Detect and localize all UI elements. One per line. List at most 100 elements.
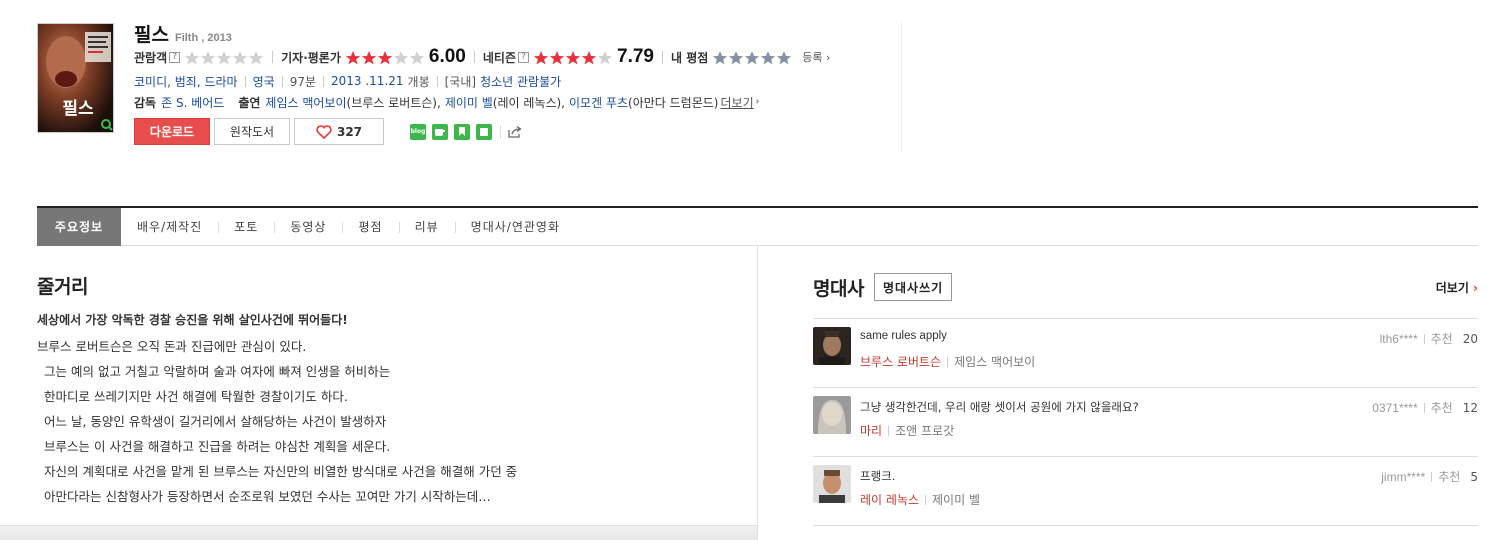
cast-role: (브루스 로버트슨), (346, 95, 441, 110)
movie-poster[interactable]: 필스 (37, 23, 114, 133)
quote-item: same rules apply 브루스 로버트슨 제임스 맥어보이 lth6**… (813, 319, 1478, 388)
chevron-right-icon: › (755, 97, 760, 107)
recommend-count: 12 (1462, 400, 1478, 415)
tab-review[interactable]: 리뷰 (398, 208, 455, 246)
netizen-stars (533, 50, 613, 65)
cafe-share-icon[interactable] (432, 123, 448, 140)
quote-item: 그냥 생각한건데, 우리 애랑 셋이서 공원에 가지 않을래요? 마리 조앤 프로… (813, 388, 1478, 457)
audience-stars (184, 50, 264, 65)
quotes-more-link[interactable]: 더보기 › (1436, 279, 1478, 296)
audience-rating-label: 관람객 (134, 50, 168, 65)
release-date-link[interactable]: 2013 .11.21 (331, 74, 404, 88)
help-icon[interactable]: ? (169, 51, 181, 63)
tab-cast-crew[interactable]: 배우/제작진 (121, 208, 218, 246)
recommend-label[interactable]: 추천 (1438, 468, 1460, 485)
memo-share-icon[interactable] (476, 123, 492, 140)
synopsis-line: 한마디로 쓰레기지만 사건 해결에 탁월한 경찰이기도 하다. (44, 389, 348, 404)
star-icon (393, 50, 409, 64)
star-icon (248, 50, 264, 64)
heart-icon (316, 124, 332, 139)
cast-label: 출연 (238, 95, 261, 110)
movie-tabs: 주요정보 배우/제작진 포토 동영상 평점 리뷰 명대사/연관영화 (37, 206, 1478, 246)
avatar[interactable] (813, 396, 851, 434)
netizen-score: 7.79 (617, 46, 654, 67)
rating-row: 관람객 ? 기자·평론가 6.00 네티즌 ? 7.79 내 평점 등록 › (134, 46, 894, 68)
share-bar: blog (410, 123, 523, 140)
movie-info: 필스 Filth , 2013 관람객 ? 기자·평론가 6.00 네티즌 ? … (134, 20, 894, 145)
like-count: 327 (336, 124, 363, 139)
recommend-label[interactable]: 추천 (1431, 330, 1453, 347)
synopsis-heading: 줄거리 (37, 276, 88, 298)
original-book-button[interactable]: 원작도서 (214, 118, 290, 145)
cast-link[interactable]: 제이미 벨 (445, 94, 493, 111)
character-link[interactable]: 레이 레녹스 (860, 491, 919, 508)
tab-video[interactable]: 동영상 (274, 208, 342, 246)
star-icon (409, 50, 425, 64)
synopsis-line: 브루스는 이 사건을 해결하고 진급을 하려는 야심찬 계획을 세운다. (44, 439, 391, 454)
avatar[interactable] (813, 327, 851, 365)
star-icon (761, 50, 776, 64)
my-rating-stars[interactable] (712, 50, 792, 65)
star-icon (565, 50, 581, 64)
star-icon (377, 50, 393, 64)
blog-share-icon[interactable]: blog (410, 123, 426, 140)
director-link[interactable]: 존 S. 베어드 (161, 94, 224, 111)
release-suffix: 개봉 (407, 74, 430, 89)
credits-row: 감독 존 S. 베어드 출연 제임스 맥어보이 (브루스 로버트슨), 제이미 벨… (134, 92, 894, 112)
star-icon (345, 50, 361, 64)
star-icon (581, 50, 597, 64)
quote-author: lth6**** (1379, 331, 1418, 346)
avatar[interactable] (813, 465, 851, 503)
star-icon (597, 50, 613, 64)
tab-main-info[interactable]: 주요정보 (37, 207, 121, 246)
recommend-count: 5 (1470, 469, 1478, 484)
synopsis-line: 그는 예의 없고 거칠고 악랄하며 술과 여자에 빠져 인생을 허비하는 (44, 364, 391, 379)
recommend-label[interactable]: 추천 (1431, 399, 1453, 416)
star-icon (232, 50, 248, 64)
cast-link[interactable]: 이모겐 푸츠 (569, 94, 628, 111)
critic-stars (345, 50, 425, 65)
tab-quotes-related[interactable]: 명대사/연관영화 (454, 208, 576, 246)
genre-links[interactable]: 코미디, 범죄, 드라마 (134, 73, 238, 90)
share-icon[interactable] (507, 125, 523, 139)
star-icon (533, 50, 549, 64)
rating-grade-link[interactable]: 청소년 관람불가 (480, 73, 561, 90)
like-button[interactable]: 327 (294, 118, 384, 145)
movie-title[interactable]: 필스 (134, 20, 169, 47)
cast-role: (아만다 드럼몬드) (628, 95, 719, 110)
quote-text: same rules apply (860, 330, 947, 342)
cast-role: (레이 레녹스), (492, 95, 565, 110)
star-icon (549, 50, 565, 64)
help-icon[interactable]: ? (518, 51, 529, 63)
quotes-heading: 명대사 (813, 277, 864, 300)
cast-link[interactable]: 제임스 맥어보이 (265, 94, 346, 111)
synopsis-text: 브루스 로버트슨은 오직 돈과 진급에만 관심이 있다. 그는 예의 없고 거칠… (37, 334, 737, 509)
quote-text: 프랭크. (860, 469, 896, 483)
synopsis-tagline: 세상에서 가장 악독한 경찰 승진을 위해 살인사건에 뛰어들다! (37, 313, 348, 327)
movie-meta: 코미디, 범죄, 드라마 영국 97분 2013 .11.21 개봉 [국내] … (134, 70, 894, 92)
character-link[interactable]: 마리 (860, 422, 882, 439)
actor-name: 제임스 맥어보이 (954, 355, 1036, 369)
my-rating-label: 내 평점 (670, 50, 709, 65)
actor-name: 조앤 프로갓 (895, 424, 955, 438)
star-icon (713, 50, 728, 64)
recommend-count: 20 (1462, 331, 1478, 346)
star-icon (777, 50, 792, 64)
tab-rating[interactable]: 평점 (342, 208, 398, 246)
quote-author: jimm**** (1381, 469, 1426, 484)
character-link[interactable]: 브루스 로버트슨 (860, 353, 941, 370)
star-icon (745, 50, 760, 64)
register-rating-link[interactable]: 등록 › (802, 49, 830, 65)
credits-more-link[interactable]: 더보기 (720, 94, 753, 111)
quotes-section: 명대사 명대사쓰기 더보기 › same rules apply 브루스 로버트… (813, 272, 1478, 526)
quote-text: 그냥 생각한건데, 우리 애랑 셋이서 공원에 가지 않을래요? (860, 400, 1139, 414)
bookmark-share-icon[interactable] (454, 123, 470, 140)
download-button[interactable]: 다운로드 (134, 118, 210, 145)
tab-photo[interactable]: 포토 (218, 208, 274, 246)
write-quote-button[interactable]: 명대사쓰기 (873, 273, 953, 301)
quote-item: 프랭크. 레이 레녹스 제이미 벨 jimm**** 추천 5 (813, 457, 1478, 526)
synopsis-section: 줄거리 세상에서 가장 악독한 경찰 승진을 위해 살인사건에 뛰어들다! 브루… (37, 272, 737, 509)
synopsis-line: 아만다라는 신참형사가 등장하면서 순조로워 보였던 수사는 꼬여만 가기 시작… (44, 489, 491, 504)
country-link[interactable]: 영국 (253, 73, 275, 90)
star-icon (216, 50, 232, 64)
